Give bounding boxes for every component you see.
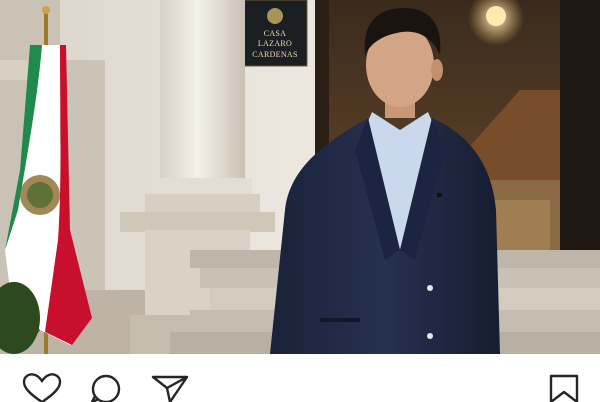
plaque-line-1: CASA xyxy=(264,29,287,38)
save-button[interactable] xyxy=(544,372,584,402)
post-image[interactable]: CASA LAZARO CARDENAS xyxy=(0,0,600,354)
share-button[interactable] xyxy=(150,372,190,402)
paper-plane-icon xyxy=(151,375,189,402)
post-actions-bar xyxy=(0,354,600,402)
plaque-line-3: CARDENAS xyxy=(252,50,298,59)
like-button[interactable] xyxy=(22,372,62,402)
stone-column xyxy=(160,0,245,185)
comment-button[interactable] xyxy=(86,372,126,402)
plaque-line-2: LAZARO xyxy=(258,39,292,48)
heart-icon xyxy=(22,373,62,402)
bookmark-icon xyxy=(549,374,579,402)
comment-icon xyxy=(90,374,121,402)
